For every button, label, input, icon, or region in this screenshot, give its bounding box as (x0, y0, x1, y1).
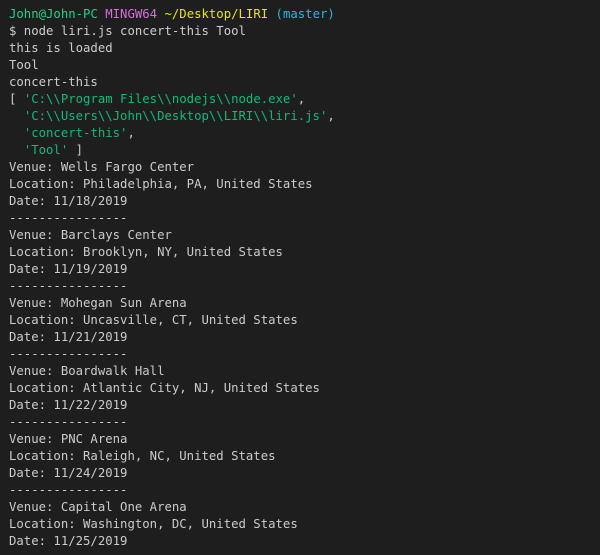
event-date: Date: 11/21/2019 (9, 330, 128, 344)
prompt-path: ~/Desktop/LIRI (164, 7, 269, 21)
terminal-window[interactable]: John@John-PC MINGW64 ~/Desktop/LIRI (mas… (0, 0, 600, 555)
event-date: Date: 11/18/2019 (9, 194, 128, 208)
event-location: Location: Atlantic City, NJ, United Stat… (9, 381, 320, 395)
event-separator: ---------------- (9, 347, 128, 361)
event-date: Date: 11/24/2019 (9, 466, 128, 480)
argv-close-bracket: ] (68, 143, 84, 157)
event-separator: ---------------- (9, 415, 128, 429)
event-location: Location: Brooklyn, NY, United States (9, 245, 283, 259)
event-venue: Venue: Wells Fargo Center (9, 160, 195, 174)
event-venue: Venue: Barclays Center (9, 228, 172, 242)
prompt-system: MINGW64 (105, 7, 158, 21)
shell-prompt: John@John-PC MINGW64 ~/Desktop/LIRI (mas… (9, 6, 600, 23)
event-venue: Venue: Boardwalk Hall (9, 364, 165, 378)
event-separator: ---------------- (9, 211, 128, 225)
argv-line: 'Tool' ] (9, 142, 600, 159)
event-location: Location: Raleigh, NC, United States (9, 449, 276, 463)
event-separator: ---------------- (9, 483, 128, 497)
argv-item: 'C:\\Users\\John\\Desktop\\LIRI\\liri.js… (23, 109, 328, 123)
event-venue: Venue: Capital One Arena (9, 500, 187, 514)
argv-item: 'C:\\Program Files\\nodejs\\node.exe' (23, 92, 298, 106)
prompt-git-branch: (master) (275, 7, 335, 21)
argv-comma: , (297, 92, 306, 106)
argv-line: [ 'C:\\Program Files\\nodejs\\node.exe', (9, 91, 600, 108)
event-venue: Venue: Mohegan Sun Arena (9, 296, 187, 310)
event-location: Location: Washington, DC, United States (9, 517, 298, 531)
command-line[interactable]: $ node liri.js concert-this Tool (9, 23, 600, 40)
event-venue: Venue: PNC Arena (9, 432, 128, 446)
output-loaded-line: this is loaded (9, 41, 113, 55)
event-location: Location: Philadelphia, PA, United State… (9, 177, 313, 191)
argv-item: 'concert-this' (23, 126, 128, 140)
event-date: Date: 11/25/2019 (9, 534, 128, 548)
event-date: Date: 11/19/2019 (9, 262, 128, 276)
argv-comma: , (127, 126, 135, 140)
argv-open-bracket: [ (9, 92, 17, 106)
output-command-line: concert-this (9, 75, 98, 89)
output-artist-line: Tool (9, 58, 39, 72)
event-date: Date: 11/22/2019 (9, 398, 128, 412)
argv-line: 'concert-this', (9, 125, 600, 142)
event-separator: ---------------- (9, 279, 128, 293)
prompt-user-host: John@John-PC (9, 7, 98, 21)
argv-line: 'C:\\Users\\John\\Desktop\\LIRI\\liri.js… (9, 108, 600, 125)
argv-comma: , (327, 109, 335, 123)
argv-item: 'Tool' (23, 143, 69, 157)
event-location: Location: Uncasville, CT, United States (9, 313, 298, 327)
